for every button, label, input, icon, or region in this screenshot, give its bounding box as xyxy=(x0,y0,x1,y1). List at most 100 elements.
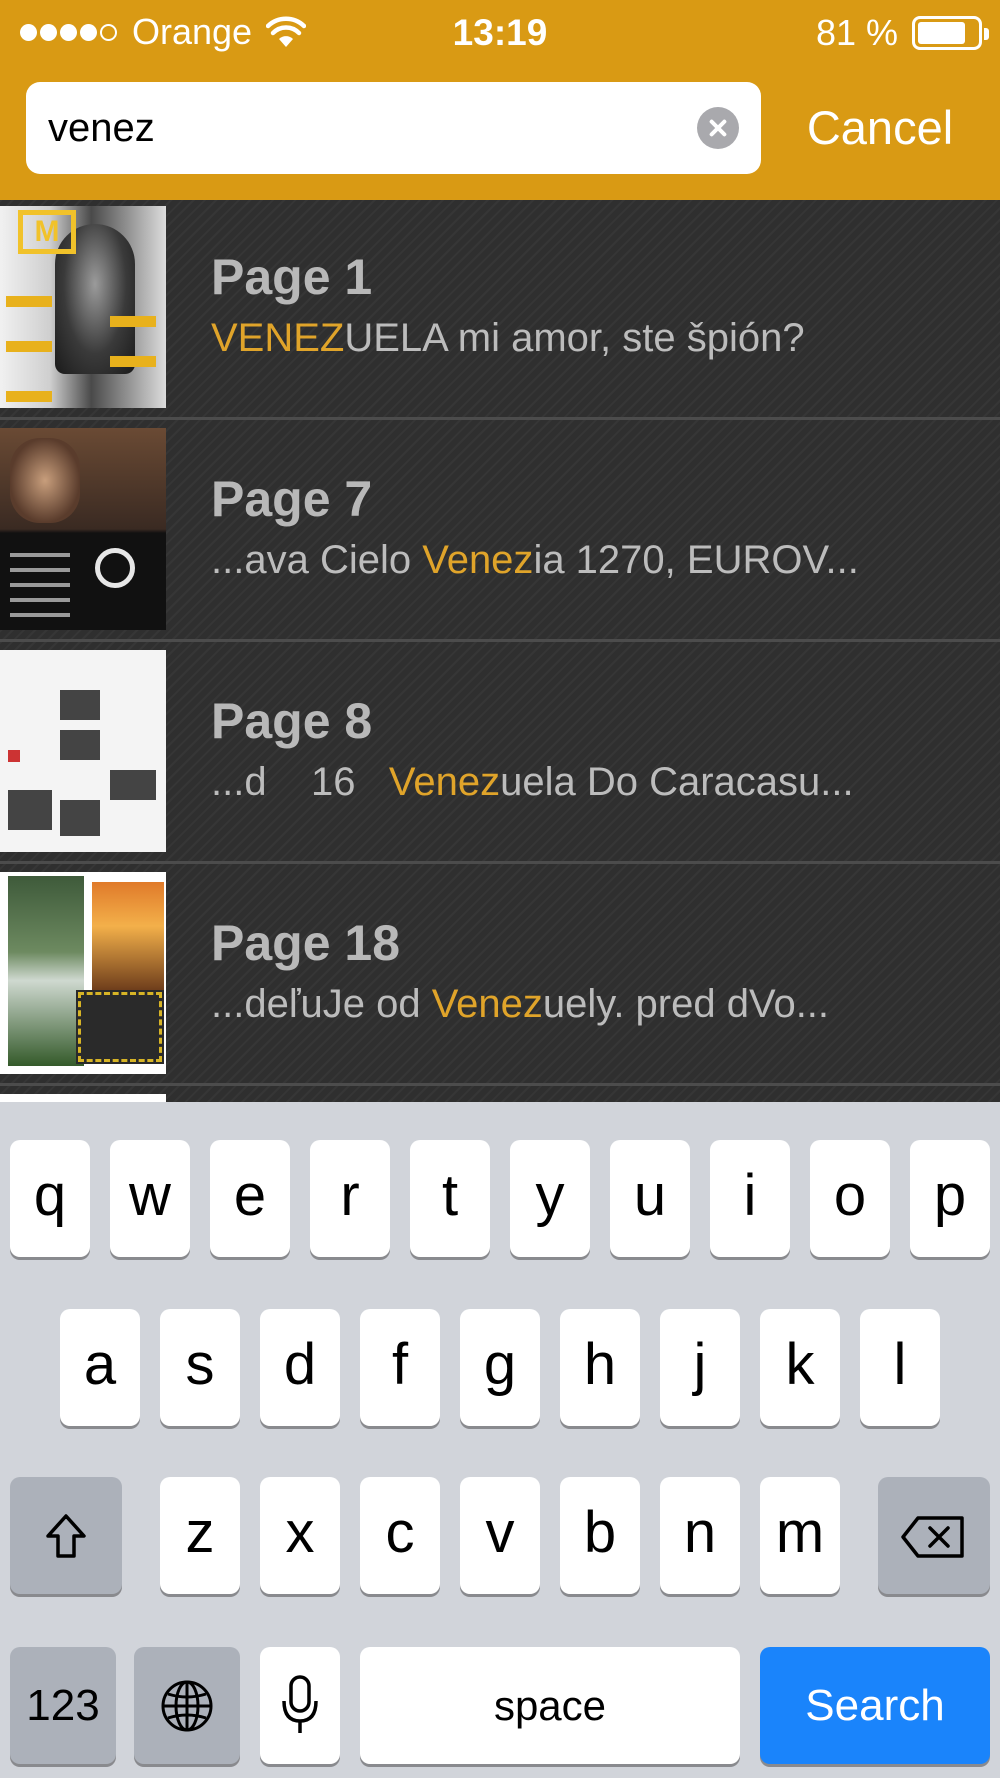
result-snippet: ...deľuJe od Venezuely. pred dVo... xyxy=(211,982,971,1027)
key-o[interactable]: o xyxy=(810,1140,890,1257)
search-result-row[interactable]: M Page 1 VENEZUELA mi amor, ste špión? xyxy=(0,200,1000,420)
shift-key[interactable] xyxy=(10,1477,122,1594)
result-snippet: VENEZUELA mi amor, ste špión? xyxy=(211,316,971,361)
battery-percent: 81 % xyxy=(815,12,898,53)
backspace-key[interactable] xyxy=(878,1477,990,1594)
thumbnail-text-line xyxy=(10,553,70,557)
search-result-row[interactable]: Page 8 ...d 16 Venezuela Do Caracasu... xyxy=(0,644,1000,864)
thumbnail-text-line xyxy=(10,598,70,602)
key-p[interactable]: p xyxy=(910,1140,990,1257)
key-l[interactable]: l xyxy=(860,1309,940,1426)
backspace-icon xyxy=(901,1516,964,1558)
key-e[interactable]: e xyxy=(210,1140,290,1257)
waterfall-photo xyxy=(8,876,84,1066)
page-thumbnail xyxy=(0,650,166,852)
key-w[interactable]: w xyxy=(110,1140,190,1257)
thumbnail-image-block xyxy=(8,790,52,830)
thumbnail-tag xyxy=(110,316,156,327)
key-x[interactable]: x xyxy=(260,1477,340,1594)
dictation-key[interactable] xyxy=(260,1647,340,1764)
result-page-number: Page 7 xyxy=(211,471,373,527)
thumbnail-image-block xyxy=(60,730,100,760)
magazine-logo-icon: M xyxy=(18,210,76,254)
snippet-after: uela Do Caracasu... xyxy=(500,760,854,804)
key-n[interactable]: n xyxy=(660,1477,740,1594)
numbers-key[interactable]: 123 xyxy=(10,1647,116,1764)
thumbnail-tag xyxy=(6,296,52,307)
sunset-photo xyxy=(92,882,164,992)
snippet-match: Venez xyxy=(422,538,534,582)
thumbnail-frame xyxy=(78,992,162,1062)
status-right: 81 % xyxy=(815,12,989,54)
ring-image-icon xyxy=(95,548,135,588)
thumbnail-image-block xyxy=(60,800,100,836)
result-snippet: ...d 16 Venezuela Do Caracasu... xyxy=(211,760,971,805)
snippet-after: UELA mi amor, ste špión? xyxy=(344,316,805,360)
key-h[interactable]: h xyxy=(560,1309,640,1426)
page-thumbnail xyxy=(0,1094,166,1102)
key-b[interactable]: b xyxy=(560,1477,640,1594)
snippet-match: Venez xyxy=(388,760,501,804)
search-input[interactable] xyxy=(48,94,688,162)
page-thumbnail xyxy=(0,872,166,1074)
key-c[interactable]: c xyxy=(360,1477,440,1594)
thumbnail-photo xyxy=(10,438,80,523)
snippet-before: ...deľuJe od xyxy=(211,982,432,1026)
key-q[interactable]: q xyxy=(10,1140,90,1257)
cancel-button[interactable]: Cancel xyxy=(780,96,980,160)
key-f[interactable]: f xyxy=(360,1309,440,1426)
page-thumbnail xyxy=(0,428,166,630)
thumbnail-text-line xyxy=(10,568,70,572)
result-page-number: Page 1 xyxy=(211,249,373,305)
key-u[interactable]: u xyxy=(610,1140,690,1257)
status-bar: Orange 13:19 81 % xyxy=(0,0,1000,64)
result-page-number: Page 18 xyxy=(211,915,401,971)
search-result-row[interactable]: Page 7 ...ava Cielo Venezia 1270, EUROV.… xyxy=(0,422,1000,642)
space-key[interactable]: space xyxy=(360,1647,740,1764)
search-key[interactable]: Search xyxy=(760,1647,990,1764)
thumbnail-tag xyxy=(6,391,52,402)
search-field[interactable] xyxy=(26,82,761,174)
thumbnail-image-block xyxy=(60,690,100,720)
snippet-before: ...ava Cielo xyxy=(211,538,423,582)
thumbnail-text-line xyxy=(10,613,70,617)
search-results-list[interactable]: M Page 1 VENEZUELA mi amor, ste špión? P… xyxy=(0,200,1000,1102)
snippet-after: ia 1270, EUROV... xyxy=(533,538,859,582)
thumbnail-tag xyxy=(110,356,156,367)
thumbnail-text-line xyxy=(10,583,70,587)
key-g[interactable]: g xyxy=(460,1309,540,1426)
thumbnail-tag xyxy=(6,341,52,352)
battery-tip xyxy=(984,28,989,40)
key-j[interactable]: j xyxy=(660,1309,740,1426)
key-v[interactable]: v xyxy=(460,1477,540,1594)
thumbnail-image-block xyxy=(110,770,156,800)
search-header: Orange 13:19 81 % Cancel xyxy=(0,0,1000,200)
result-snippet: ...ava Cielo Venezia 1270, EUROV... xyxy=(211,538,971,583)
snippet-after: uely. pred dVo... xyxy=(542,982,830,1026)
search-result-row[interactable]: Page 18 ...deľuJe od Venezuely. pred dVo… xyxy=(0,866,1000,1086)
key-i[interactable]: i xyxy=(710,1140,790,1257)
key-s[interactable]: s xyxy=(160,1309,240,1426)
key-r[interactable]: r xyxy=(310,1140,390,1257)
globe-key[interactable] xyxy=(134,1647,240,1764)
clear-search-icon[interactable] xyxy=(697,107,739,149)
battery-level xyxy=(918,22,965,44)
key-y[interactable]: y xyxy=(510,1140,590,1257)
battery-icon xyxy=(912,16,989,50)
snippet-before: ...d 16 xyxy=(211,760,389,804)
page-thumbnail: M xyxy=(0,206,166,408)
key-a[interactable]: a xyxy=(60,1309,140,1426)
key-z[interactable]: z xyxy=(160,1477,240,1594)
keyboard: q w e r t y u i o p a s d f g h j k l z … xyxy=(0,1102,1000,1778)
snippet-match: Venez xyxy=(431,982,543,1026)
key-m[interactable]: m xyxy=(760,1477,840,1594)
snippet-match: VENEZ xyxy=(211,316,345,360)
globe-icon xyxy=(161,1680,213,1732)
search-result-row[interactable] xyxy=(0,1088,1000,1102)
key-t[interactable]: t xyxy=(410,1140,490,1257)
key-k[interactable]: k xyxy=(760,1309,840,1426)
result-page-number: Page 8 xyxy=(211,693,373,749)
thumbnail-accent-block xyxy=(8,750,20,762)
key-d[interactable]: d xyxy=(260,1309,340,1426)
microphone-icon xyxy=(282,1675,318,1733)
